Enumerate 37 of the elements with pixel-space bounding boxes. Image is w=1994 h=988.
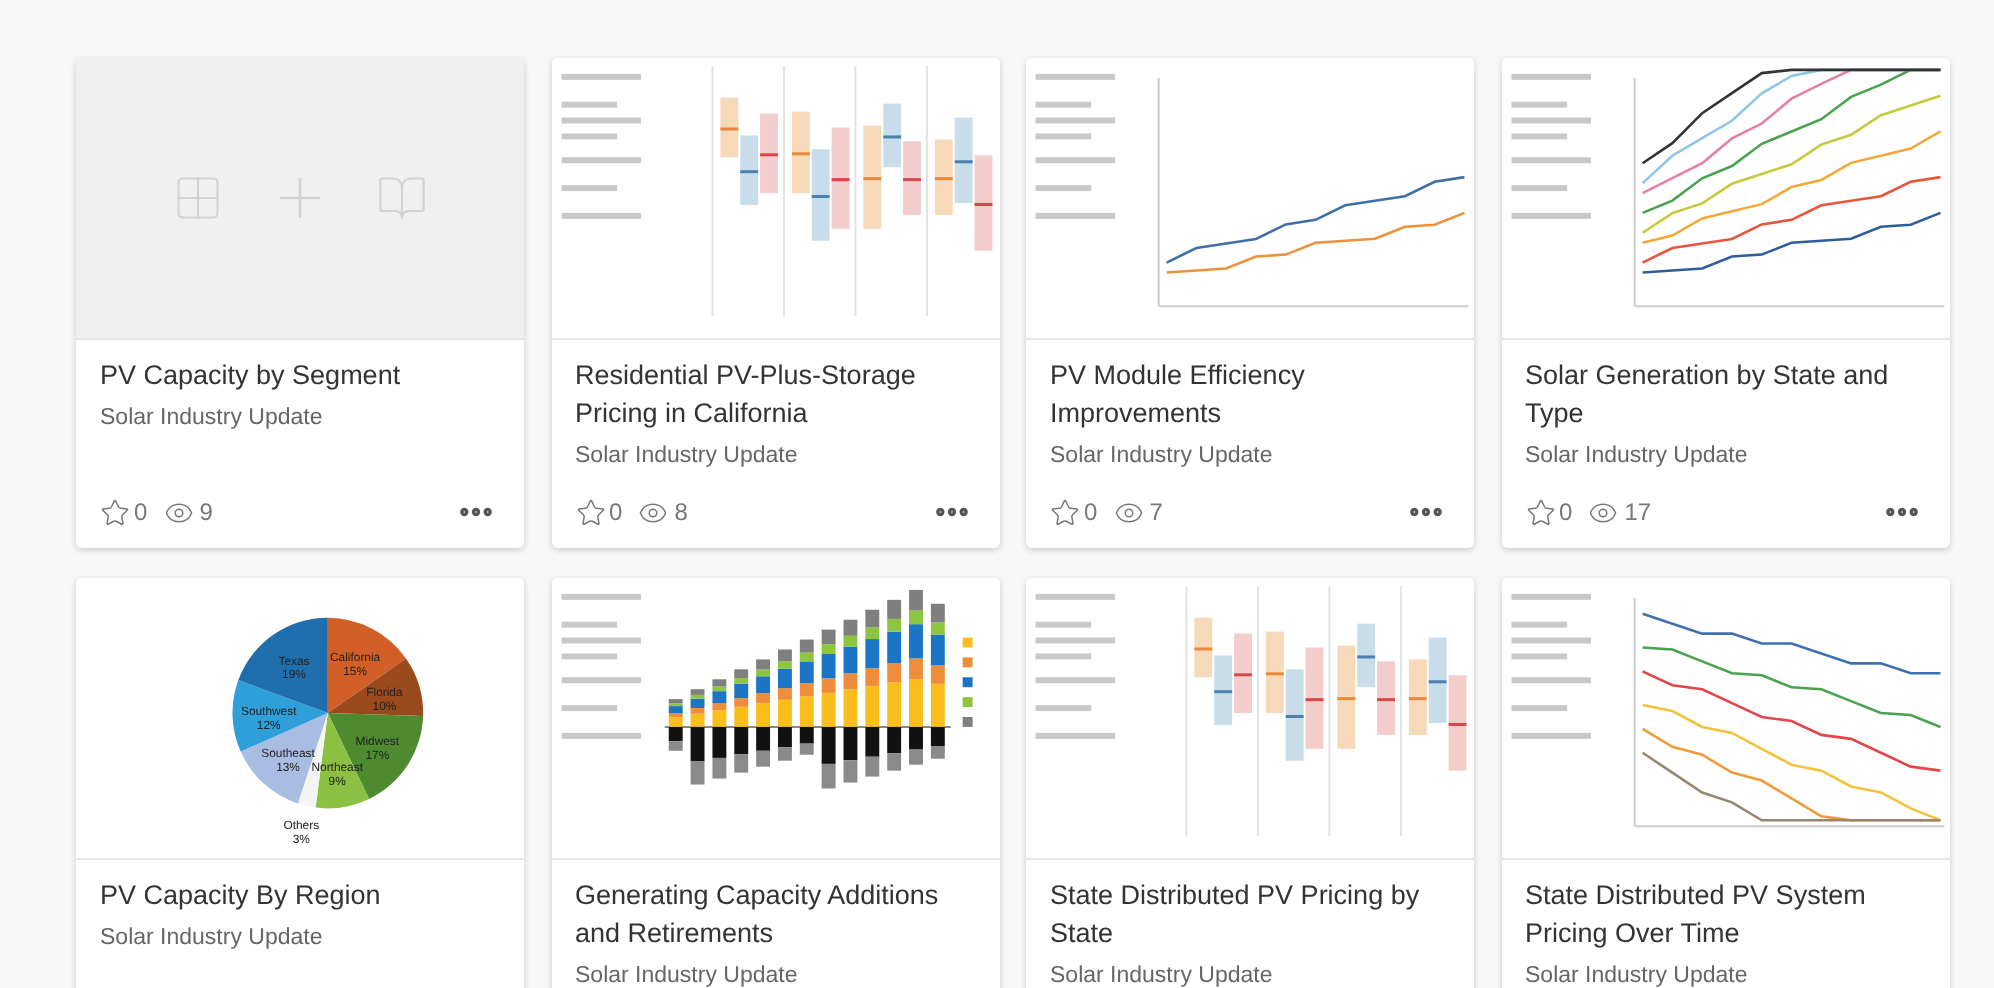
favorite-count: 0 (1559, 496, 1573, 530)
star-icon[interactable] (575, 497, 605, 527)
book-icon (376, 172, 428, 224)
card-title[interactable]: State Distributed PV Pricing by State (1050, 876, 1450, 952)
dashboard-card[interactable]: Residential PV-Plus-Storage Pricing in California Solar Industry Update 0 8 (551, 58, 999, 548)
grid-icon (172, 172, 224, 224)
star-icon[interactable] (100, 497, 130, 527)
card-title[interactable]: Residential PV-Plus-Storage Pricing in California (575, 356, 975, 432)
card-subtitle: Solar Industry Update (1050, 442, 1275, 472)
card-title[interactable]: Solar Generation by State and Type (1525, 356, 1925, 432)
favorite-count: 0 (134, 496, 148, 530)
star-icon[interactable] (1525, 497, 1555, 527)
view-count: 7 (1149, 496, 1163, 530)
dashboard-card[interactable]: Solar Generation by State and Type Solar Industry Update 0 17 (1501, 58, 1949, 548)
card-title[interactable]: State Distributed PV System Pricing Over Time (1525, 876, 1925, 952)
card-subtitle: Solar Industry Update (575, 442, 800, 472)
view-count: 17 (1624, 496, 1652, 530)
card-subtitle: Solar Industry Update (1525, 442, 1750, 472)
favorite-count: 0 (609, 496, 623, 530)
card-subtitle: Solar Industry Update (100, 924, 325, 954)
dashboard-card[interactable]: PV Capacity by Segment Solar Industry Update 0 9 (76, 58, 524, 548)
dashboard-card[interactable]: Generating Capacity Additions and Retirements Solar Industry Update (551, 578, 999, 988)
card-title[interactable]: PV Module Efficiency Improvements (1050, 356, 1450, 432)
card-title[interactable]: Generating Capacity Additions and Retirements (575, 876, 975, 952)
view-count: 8 (674, 496, 688, 530)
card-subtitle: Solar Industry Update (1525, 962, 1750, 988)
card-title[interactable]: PV Capacity by Segment (100, 356, 500, 394)
favorite-count: 0 (1084, 496, 1098, 530)
view-count: 9 (199, 496, 213, 530)
dashboard-card[interactable]: PV Module Efficiency Improvements Solar Industry Update 0 7 (1026, 58, 1474, 548)
card-subtitle: Solar Industry Update (575, 962, 800, 988)
star-icon[interactable] (1050, 497, 1080, 527)
card-title[interactable]: PV Capacity By Region (100, 876, 500, 914)
dashboard-card[interactable]: State Distributed PV System Pricing Over Time Solar Industry Update (1501, 578, 1949, 988)
dashboard-card[interactable]: State Distributed PV Pricing by State Solar Industry Update (1026, 578, 1474, 988)
card-subtitle: Solar Industry Update (1050, 962, 1275, 988)
card-subtitle: Solar Industry Update (100, 404, 325, 434)
